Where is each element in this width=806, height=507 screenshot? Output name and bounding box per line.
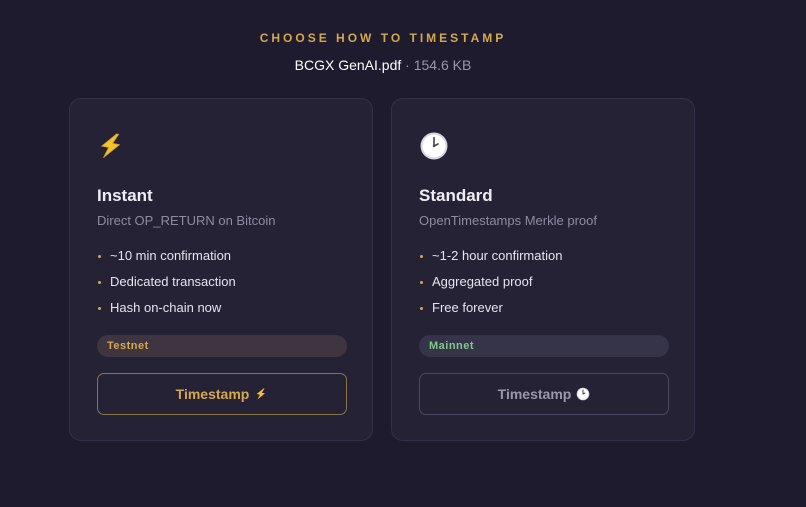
feature-item: Hash on-chain now (97, 299, 236, 325)
feature-text: Free forever (432, 300, 503, 315)
lightning-icon (97, 131, 127, 161)
standard-option-card[interactable]: Standard OpenTimestamps Merkle proof ~1-… (391, 98, 695, 441)
bullet-icon (98, 255, 101, 258)
feature-item: Dedicated transaction (97, 273, 236, 299)
feature-text: Hash on-chain now (110, 300, 222, 315)
file-name: BCGX GenAI.pdf (294, 57, 402, 73)
feature-text: ~1-2 hour confirmation (432, 248, 563, 263)
file-info: BCGX GenAI.pdf · 154.6 KB (0, 57, 766, 73)
timestamp-instant-button[interactable]: Timestamp (97, 373, 347, 415)
instant-option-card[interactable]: Instant Direct OP_RETURN on Bitcoin ~10 … (69, 98, 373, 441)
option-title: Instant (97, 186, 153, 205)
clock-icon (576, 387, 590, 401)
option-subtitle: Direct OP_RETURN on Bitcoin (97, 213, 276, 228)
bullet-icon (420, 281, 423, 284)
feature-item: Free forever (419, 299, 562, 325)
feature-item: ~1-2 hour confirmation (419, 247, 562, 273)
button-label: Timestamp (175, 386, 250, 402)
feature-list: ~10 min confirmation Dedicated transacti… (97, 247, 236, 325)
network-badge: Testnet (97, 335, 347, 357)
feature-text: Aggregated proof (432, 274, 533, 289)
feature-item: ~10 min confirmation (97, 247, 236, 273)
feature-item: Aggregated proof (419, 273, 562, 299)
bullet-icon (98, 307, 101, 310)
button-label: Timestamp (497, 386, 572, 402)
feature-text: Dedicated transaction (110, 274, 236, 289)
bullet-icon (420, 255, 423, 258)
option-title: Standard (419, 186, 493, 205)
feature-list: ~1-2 hour confirmation Aggregated proof … (419, 247, 562, 325)
timestamp-standard-button[interactable]: Timestamp (419, 373, 669, 415)
feature-text: ~10 min confirmation (110, 248, 232, 263)
page-heading: CHOOSE HOW TO TIMESTAMP (259, 31, 507, 45)
bullet-icon (420, 307, 423, 310)
network-badge: Mainnet (419, 335, 669, 357)
bullet-icon (98, 281, 101, 284)
file-size: 154.6 KB (413, 57, 472, 73)
lightning-icon (254, 387, 268, 401)
option-subtitle: OpenTimestamps Merkle proof (419, 213, 597, 228)
clock-icon (419, 131, 449, 161)
file-separator: · (405, 57, 410, 73)
